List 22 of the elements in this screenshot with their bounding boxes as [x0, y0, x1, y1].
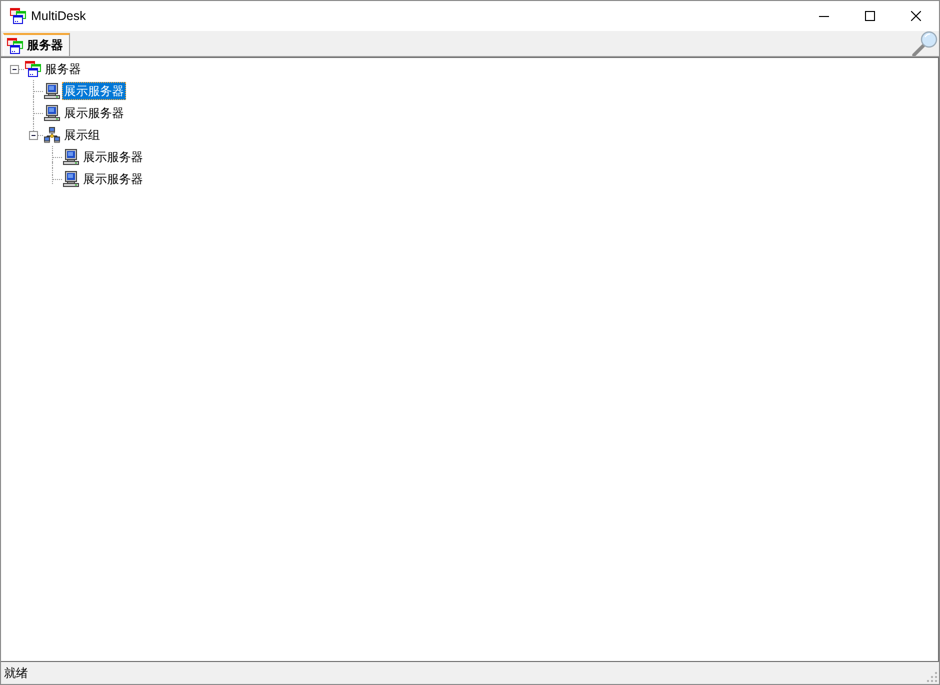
- tab[interactable]: 服务器: [3, 33, 70, 56]
- app-logo-icon: [25, 61, 41, 77]
- computer-icon: [63, 149, 79, 165]
- status-text: 就绪: [4, 666, 28, 680]
- tree-item[interactable]: 服务器: [43, 60, 83, 78]
- app-logo-icon: [7, 38, 23, 54]
- maximize-icon: [865, 11, 875, 21]
- app-logo-icon: [10, 8, 26, 24]
- collapse-icon[interactable]: [10, 65, 19, 74]
- tree-item[interactable]: 展示服务器: [81, 148, 145, 166]
- computer-icon: [44, 105, 60, 121]
- window-title: MultiDesk: [31, 8, 86, 24]
- tree-item[interactable]: 展示服务器: [62, 82, 126, 100]
- computer-icon: [44, 83, 60, 99]
- tree-item[interactable]: 展示组: [62, 126, 102, 144]
- collapse-icon[interactable]: [29, 131, 38, 140]
- tree-item[interactable]: 展示服务器: [62, 104, 126, 122]
- tree-item[interactable]: 展示服务器: [81, 170, 145, 188]
- close-icon: [911, 11, 921, 21]
- size-grip-icon[interactable]: [927, 672, 937, 682]
- computer-icon: [63, 171, 79, 187]
- network-icon: [44, 127, 60, 143]
